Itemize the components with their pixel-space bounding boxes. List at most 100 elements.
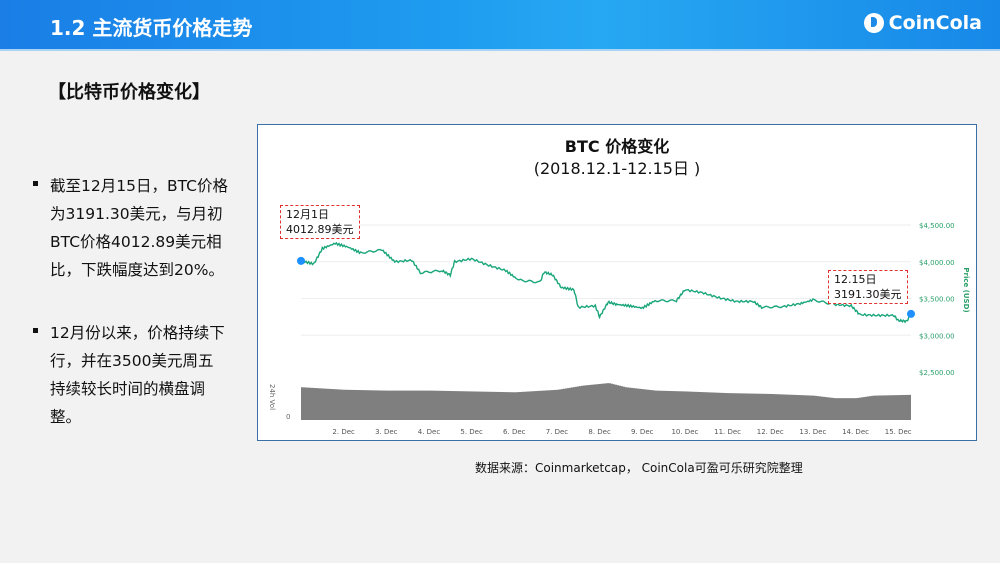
volume-bar <box>517 392 519 420</box>
volume-bar <box>833 398 835 420</box>
volume-bar <box>705 392 707 420</box>
x-tick-label: 11. Dec <box>714 428 741 436</box>
volume-bar <box>629 387 631 420</box>
volume-bar <box>811 395 813 420</box>
volume-bar <box>793 394 795 420</box>
volume-bar <box>707 392 709 420</box>
volume-bar <box>785 394 787 420</box>
volume-bar <box>679 391 681 420</box>
volume-bar <box>837 398 839 420</box>
volume-bar <box>305 387 307 420</box>
volume-bar <box>903 394 905 420</box>
volume-bar <box>503 392 505 420</box>
volume-bar <box>371 390 373 420</box>
volume-bar <box>631 387 633 420</box>
volume-bar <box>855 398 857 420</box>
volume-bar <box>815 395 817 420</box>
volume-bar <box>791 394 793 420</box>
volume-bar <box>475 391 477 420</box>
volume-bar <box>313 387 315 420</box>
volume-bar <box>901 395 903 420</box>
volume-bar <box>409 390 411 420</box>
volume-bar <box>737 393 739 420</box>
volume-bar <box>353 389 355 420</box>
volume-bar <box>351 389 353 420</box>
volume-bar <box>467 391 469 420</box>
volume-bar <box>483 391 485 420</box>
volume-bar <box>521 391 523 420</box>
volume-bar <box>435 390 437 420</box>
volume-bar <box>479 391 481 420</box>
volume-bar <box>407 390 409 420</box>
volume-bar <box>831 397 833 420</box>
volume-bar <box>567 388 569 420</box>
volume-bar <box>321 388 323 420</box>
x-tick-label: 14. Dec <box>842 428 869 436</box>
volume-bar <box>367 390 369 420</box>
volume-bar <box>563 388 565 420</box>
volume-bar <box>717 392 719 420</box>
volume-bar <box>909 394 911 420</box>
volume-bar <box>727 393 729 420</box>
volume-bar <box>741 393 743 420</box>
volume-bar <box>535 391 537 420</box>
volume-bar <box>881 395 883 420</box>
volume-bar <box>465 391 467 420</box>
volume-bar <box>649 389 651 420</box>
volume-bar <box>551 390 553 420</box>
x-tick-label: 5. Dec <box>460 428 483 436</box>
volume-bar <box>493 391 495 420</box>
volume-bar <box>489 391 491 420</box>
x-tick-label: 12. Dec <box>757 428 784 436</box>
volume-bar <box>701 392 703 420</box>
x-tick-label: 13. Dec <box>799 428 826 436</box>
volume-bar <box>459 391 461 420</box>
volume-bar <box>395 390 397 420</box>
x-tick-label: 4. Dec <box>418 428 441 436</box>
volume-bar <box>819 396 821 420</box>
volume-bar <box>485 391 487 420</box>
volume-bar <box>813 395 815 420</box>
volume-bar <box>905 394 907 420</box>
volume-bar <box>323 388 325 420</box>
volume-bar <box>605 383 607 420</box>
volume-bar <box>745 393 747 420</box>
volume-bar <box>683 391 685 420</box>
x-tick-label: 8. Dec <box>588 428 611 436</box>
volume-bar <box>809 395 811 420</box>
volume-bar <box>519 392 521 420</box>
volume-bar <box>569 387 571 420</box>
volume-bar <box>373 390 375 420</box>
volume-bar <box>607 383 609 420</box>
volume-bar <box>757 393 759 420</box>
volume-bar <box>389 390 391 420</box>
volume-bar <box>659 390 661 420</box>
volume-bar <box>425 390 427 420</box>
volume-bar <box>537 390 539 420</box>
volume-bar <box>773 394 775 420</box>
volume-bar <box>893 395 895 420</box>
volume-bar <box>505 392 507 420</box>
volume-bar <box>347 389 349 420</box>
brand-logo: CoinCola <box>863 12 982 34</box>
bullet-icon <box>33 328 38 333</box>
volume-bar <box>675 391 677 420</box>
volume-bar <box>439 390 441 420</box>
volume-bar <box>525 391 527 420</box>
volume-bar <box>787 394 789 420</box>
volume-bar <box>495 391 497 420</box>
volume-bar <box>777 394 779 420</box>
volume-bar <box>665 390 667 420</box>
volume-bar <box>653 390 655 420</box>
volume-bar <box>583 385 585 420</box>
volume-bar <box>887 395 889 420</box>
volume-bar <box>441 390 443 420</box>
volume-bar <box>873 395 875 420</box>
volume-bar <box>719 392 721 420</box>
volume-bar <box>501 392 503 420</box>
bullet-line: 为3191.30美元，与月初 <box>50 205 223 223</box>
volume-bar <box>861 397 863 420</box>
volume-bar <box>515 392 517 420</box>
volume-bar <box>301 387 303 420</box>
volume-bar <box>685 391 687 420</box>
